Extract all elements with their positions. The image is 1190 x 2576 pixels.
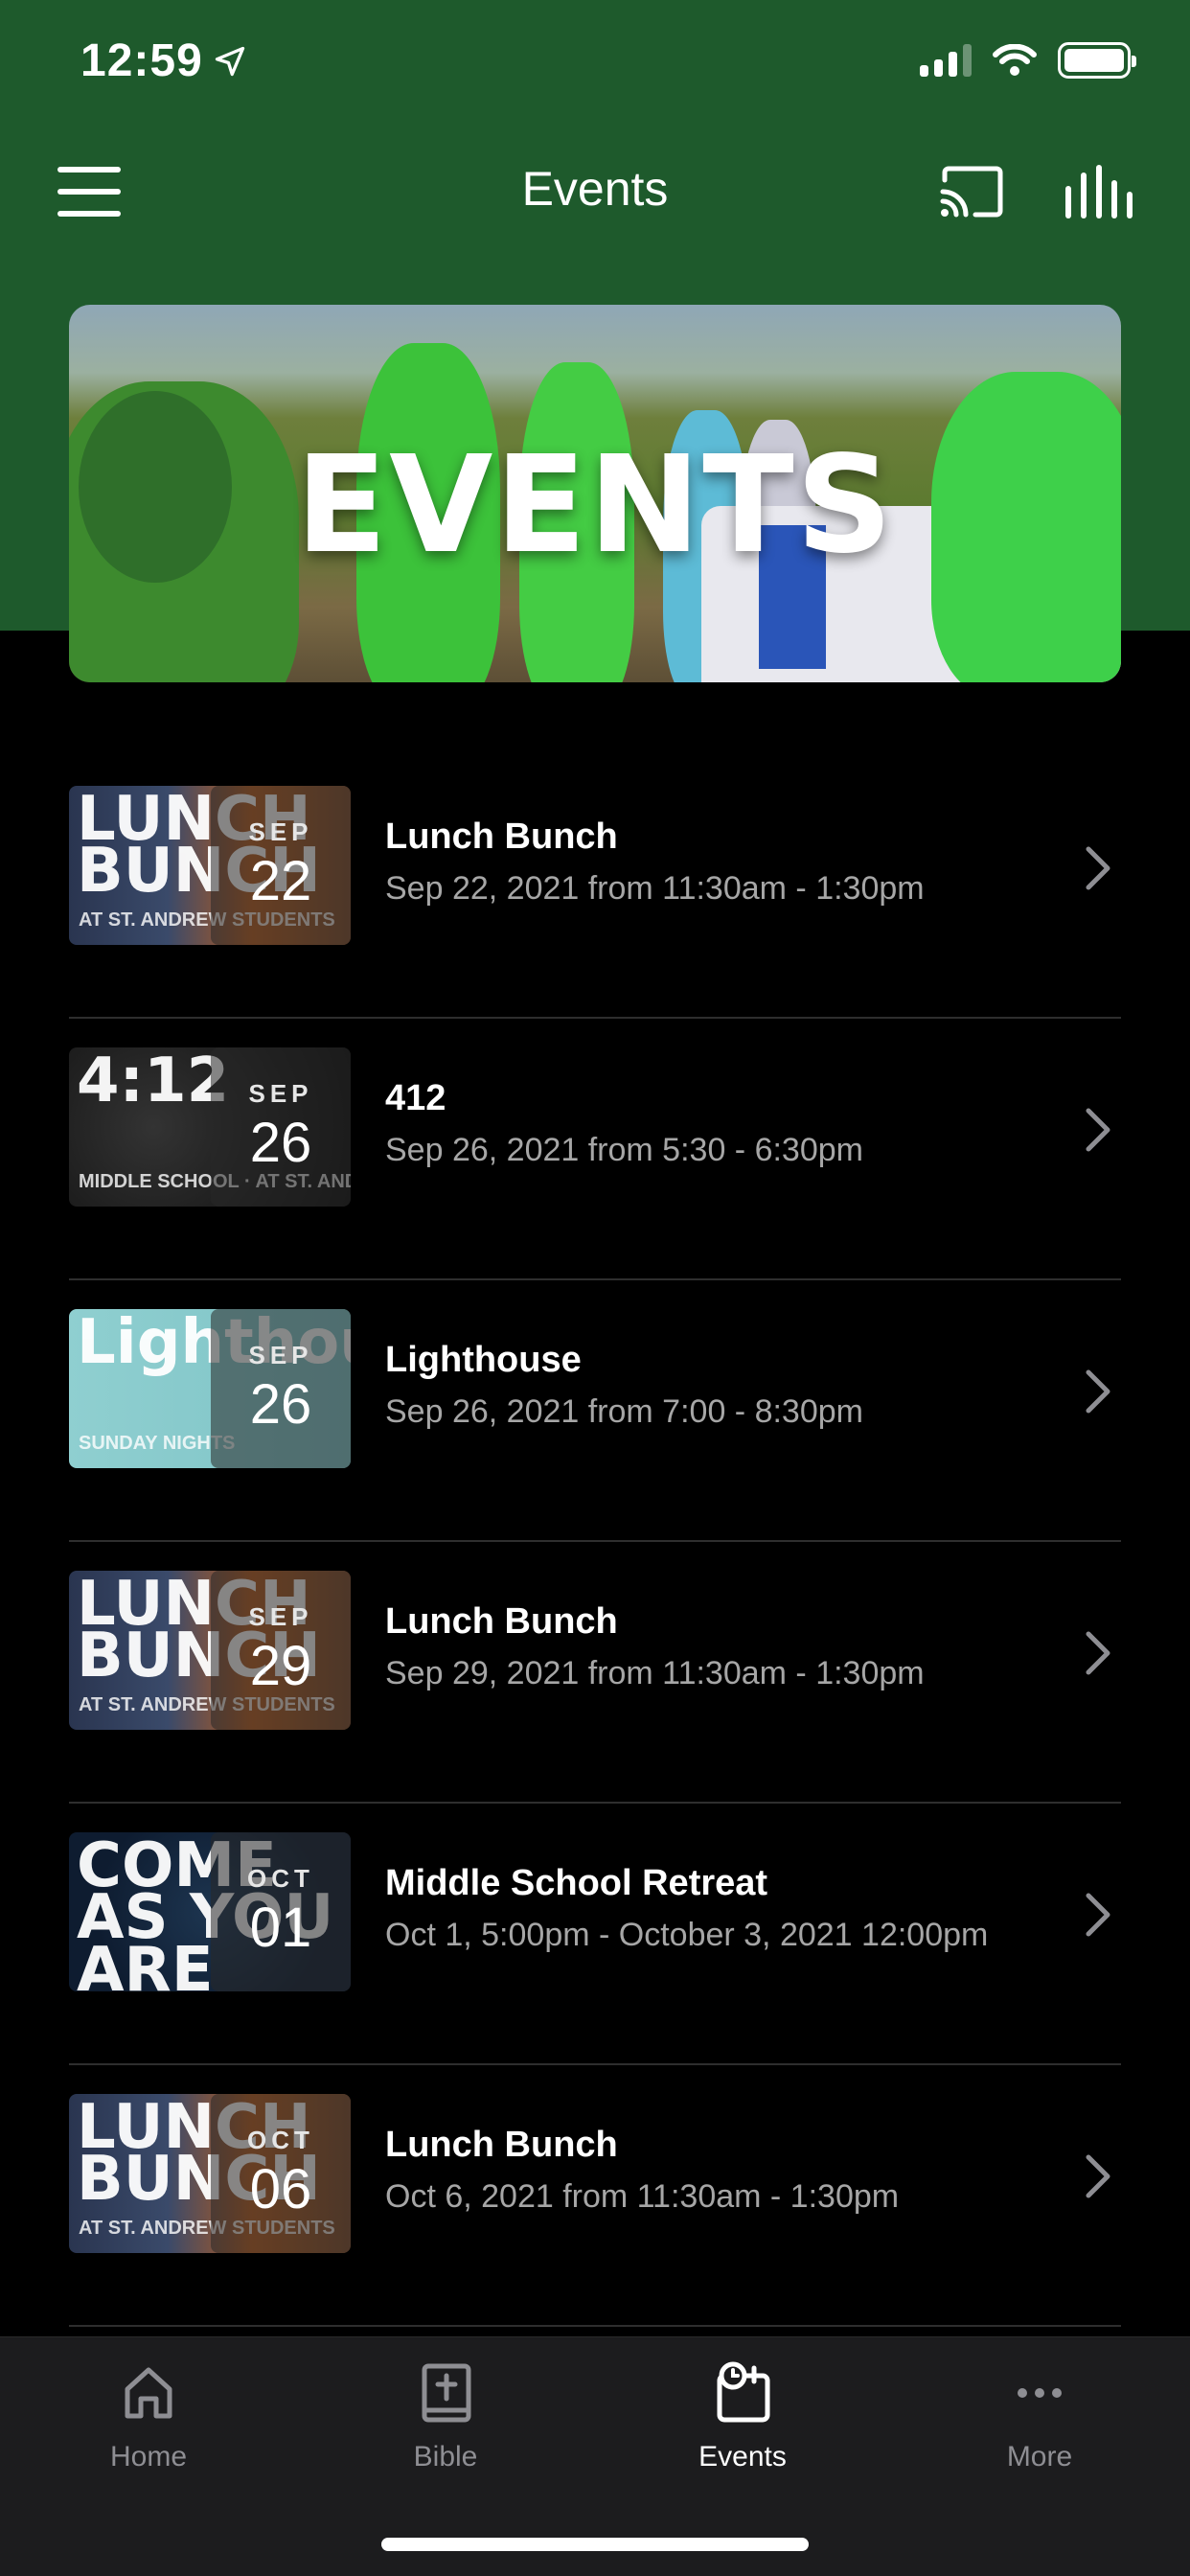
tab-home[interactable]: Home bbox=[34, 2358, 263, 2473]
tab-events[interactable]: Events bbox=[628, 2358, 858, 2473]
home-icon bbox=[125, 2367, 172, 2419]
date-badge-month: SEP bbox=[248, 1341, 313, 1369]
date-badge-month: OCT bbox=[247, 1864, 314, 1893]
event-title: Middle School Retreat bbox=[385, 1863, 768, 1903]
event-time: Oct 1, 5:00pm - October 3, 2021 12:00pm bbox=[385, 1917, 989, 1953]
tab-more-label: More bbox=[1006, 2441, 1073, 2472]
date-badge-day: 26 bbox=[249, 1112, 312, 1174]
event-time: Sep 26, 2021 from 7:00 - 8:30pm bbox=[385, 1393, 863, 1430]
status-indicators bbox=[920, 42, 1136, 79]
date-badge-day: 29 bbox=[249, 1635, 312, 1697]
cast-icon[interactable] bbox=[937, 163, 1006, 220]
chevron-right-icon bbox=[1086, 1369, 1110, 1414]
date-badge-day: 22 bbox=[249, 850, 312, 912]
chevron-right-icon bbox=[1086, 1893, 1110, 1937]
bible-icon bbox=[422, 2363, 471, 2423]
event-row[interactable]: 4:12MIDDLE SCHOOL · AT ST. ANDREW STUDEN… bbox=[69, 1019, 1121, 1280]
event-title: Lunch Bunch bbox=[385, 2125, 618, 2165]
tab-home-label: Home bbox=[109, 2441, 188, 2472]
date-badge-month: SEP bbox=[248, 1079, 313, 1108]
status-time: 12:59 bbox=[80, 35, 203, 86]
date-badge-month: OCT bbox=[247, 2126, 314, 2154]
date-badge: SEP 26 bbox=[211, 1309, 351, 1468]
event-time: Sep 22, 2021 from 11:30am - 1:30pm bbox=[385, 870, 925, 907]
location-arrow-icon bbox=[215, 46, 245, 77]
date-badge-day: 26 bbox=[249, 1373, 312, 1436]
date-badge: OCT 06 bbox=[211, 2094, 351, 2253]
event-title: Lunch Bunch bbox=[385, 816, 618, 857]
chevron-right-icon bbox=[1086, 846, 1110, 890]
wifi-icon bbox=[993, 44, 1037, 76]
date-badge: SEP 29 bbox=[211, 1571, 351, 1730]
date-badge: SEP 26 bbox=[211, 1047, 351, 1207]
page-title: Events bbox=[521, 162, 669, 216]
event-time: Oct 6, 2021 from 11:30am - 1:30pm bbox=[385, 2178, 900, 2215]
event-artwork-title: 4:12 bbox=[77, 1047, 230, 1116]
event-title: Lighthouse bbox=[385, 1340, 582, 1380]
cellular-signal-icon bbox=[920, 44, 972, 77]
tab-more[interactable]: More bbox=[925, 2358, 1155, 2473]
event-list: LUNCH BUNCH AT ST. ANDREW STUDENTS SEP 22 Lu… bbox=[69, 757, 1121, 2327]
event-row[interactable]: LUNCH BUNCH AT ST. ANDREW STUDENTS SEP 22 Lu… bbox=[69, 757, 1121, 1019]
tab-events-label: Events bbox=[698, 2441, 787, 2472]
event-row[interactable]: COME AS YOU ARE OCT 01 Middle School Retrea… bbox=[69, 1804, 1121, 2065]
navigation-bar: Events bbox=[0, 144, 1190, 240]
date-badge: OCT 01 bbox=[211, 1832, 351, 1991]
date-badge-month: SEP bbox=[248, 1602, 313, 1631]
event-time: Sep 26, 2021 from 5:30 - 6:30pm bbox=[385, 1132, 863, 1168]
chevron-right-icon bbox=[1086, 1631, 1110, 1675]
hero-title: EVENTS bbox=[295, 427, 895, 584]
date-badge-month: SEP bbox=[248, 817, 313, 846]
events-hero-banner: EVENTS bbox=[69, 305, 1121, 682]
status-bar: 12:59 bbox=[0, 0, 1190, 134]
tab-bible-label: Bible bbox=[413, 2441, 478, 2472]
chevron-right-icon bbox=[1086, 1108, 1110, 1152]
date-badge-day: 01 bbox=[249, 1897, 312, 1959]
event-row[interactable]: LighthouseSUNDAY NIGHTSSEP26LighthouseSe… bbox=[69, 1280, 1121, 1542]
home-indicator bbox=[381, 2538, 809, 2551]
event-row[interactable]: LUNCH BUNCH AT ST. ANDREW STUDENTS SEP 29 Lu… bbox=[69, 1542, 1121, 1804]
tab-bible[interactable]: Bible bbox=[331, 2358, 561, 2473]
date-badge: SEP 22 bbox=[211, 786, 351, 945]
event-row[interactable]: LUNCH BUNCH AT ST. ANDREW STUDENTS OCT 06 Lu… bbox=[69, 2065, 1121, 2327]
audio-bars-icon[interactable] bbox=[1064, 163, 1134, 220]
event-title: 412 bbox=[385, 1078, 446, 1118]
more-icon bbox=[1018, 2388, 1062, 2398]
events-icon bbox=[717, 2361, 770, 2423]
event-time: Sep 29, 2021 from 11:30am - 1:30pm bbox=[385, 1655, 925, 1691]
event-title: Lunch Bunch bbox=[385, 1601, 618, 1642]
date-badge-day: 06 bbox=[249, 2158, 312, 2220]
chevron-right-icon bbox=[1086, 2154, 1110, 2198]
battery-icon bbox=[1058, 42, 1136, 79]
